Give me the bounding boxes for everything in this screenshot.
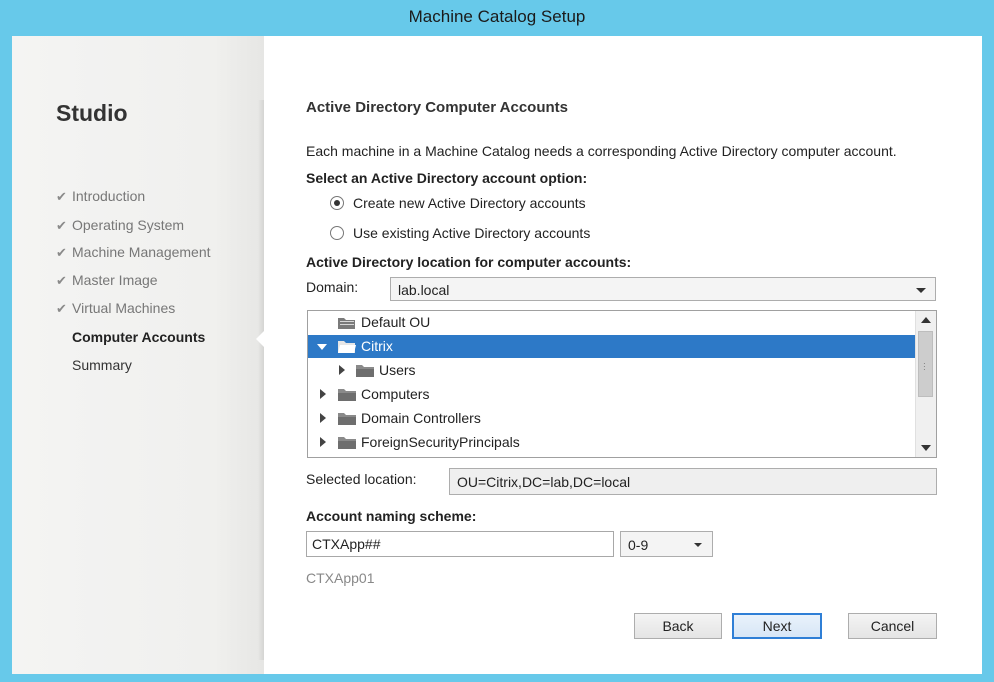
radio-button[interactable] (330, 226, 344, 240)
selected-location-label: Selected location: (306, 471, 417, 487)
step-label: Machine Management (72, 244, 211, 260)
step-label: Introduction (72, 188, 146, 204)
radio-use-existing-accounts[interactable]: Use existing Active Directory accounts (330, 223, 590, 243)
expand-arrow-icon[interactable] (320, 389, 326, 399)
grip-icon: · · · (923, 359, 926, 374)
checkmark-icon: ✔ (56, 245, 67, 260)
tree-node-foreign-security-principals[interactable]: ForeignSecurityPrincipals (308, 431, 916, 454)
expand-arrow-icon[interactable] (320, 437, 326, 447)
step-master-image: ✔ Master Image (56, 272, 158, 289)
tree-node-computers[interactable]: Computers (308, 383, 916, 406)
chevron-down-icon[interactable] (694, 543, 702, 547)
ou-tree[interactable]: Default OU Citrix Users Computers Domain… (307, 310, 937, 458)
tree-node-label: Citrix (361, 338, 393, 354)
step-label: Computer Accounts (72, 329, 206, 345)
step-label: Summary (72, 357, 132, 373)
window-frame-bottom (0, 674, 994, 682)
domain-value: lab.local (398, 282, 450, 298)
scroll-up-icon[interactable] (921, 317, 931, 323)
page-heading: Active Directory Computer Accounts (306, 99, 569, 116)
radio-create-new-accounts[interactable]: Create new Active Directory accounts (330, 193, 586, 213)
folder-icon (356, 365, 374, 377)
wizard-sidebar (12, 36, 264, 674)
account-option-label: Select an Active Directory account optio… (306, 170, 588, 186)
step-label: Virtual Machines (72, 300, 176, 316)
step-virtual-machines: ✔ Virtual Machines (56, 300, 175, 317)
radio-label: Create new Active Directory accounts (353, 195, 586, 211)
expand-arrow-icon[interactable] (317, 344, 327, 350)
app-name: Studio (56, 100, 128, 126)
selected-location-field: OU=Citrix,DC=lab,DC=local (449, 468, 937, 495)
folder-icon (338, 413, 356, 425)
domain-dropdown[interactable]: lab.local (390, 277, 936, 301)
selected-location-value: OU=Citrix,DC=lab,DC=local (457, 474, 631, 490)
tree-node-users[interactable]: Users (308, 359, 916, 382)
cancel-button[interactable]: Cancel (848, 613, 937, 639)
scroll-down-icon[interactable] (921, 445, 931, 451)
window-title: Machine Catalog Setup (408, 7, 586, 26)
checkmark-icon: ✔ (56, 301, 67, 316)
title-bar[interactable]: Machine Catalog Setup (0, 0, 994, 36)
tree-node-label: Computers (361, 386, 430, 402)
tree-node-default-ou[interactable]: Default OU (308, 311, 916, 334)
back-button[interactable]: Back (634, 613, 722, 639)
tree-node-label: ForeignSecurityPrincipals (361, 434, 520, 450)
step-label: Operating System (72, 217, 185, 233)
scroll-thumb[interactable]: · · · (918, 331, 933, 397)
checkmark-icon: ✔ (56, 273, 67, 288)
naming-scheme-input[interactable] (306, 531, 614, 557)
radio-label: Use existing Active Directory accounts (353, 225, 591, 241)
tree-scrollbar[interactable]: · · · (915, 311, 936, 457)
naming-preview: CTXApp01 (306, 570, 375, 586)
step-introduction: ✔ Introduction (56, 188, 145, 205)
naming-scheme-type: 0-9 (628, 537, 649, 553)
step-machine-management: ✔ Machine Management (56, 244, 211, 261)
domain-label: Domain: (306, 279, 359, 295)
step-computer-accounts: Computer Accounts (56, 329, 205, 345)
step-summary: Summary (56, 357, 132, 373)
checkmark-icon: ✔ (56, 189, 67, 204)
window-frame-right (982, 36, 994, 682)
folder-icon (338, 389, 356, 401)
tree-node-label: Domain Controllers (361, 410, 481, 426)
radio-button-selected[interactable] (330, 196, 344, 210)
tree-node-label: Users (379, 362, 416, 378)
ou-icon (338, 318, 355, 329)
folder-open-icon (338, 341, 356, 353)
expand-arrow-icon[interactable] (320, 413, 326, 423)
tree-node-label: Default OU (361, 314, 431, 330)
naming-scheme-dropdown[interactable]: 0-9 (620, 531, 713, 557)
window-frame-left (0, 36, 12, 682)
intro-text: Each machine in a Machine Catalog needs … (306, 143, 897, 159)
tree-node-domain-controllers[interactable]: Domain Controllers (308, 407, 916, 430)
step-operating-system: ✔ Operating System (56, 217, 184, 234)
ad-location-label: Active Directory location for computer a… (306, 254, 632, 270)
checkmark-icon: ✔ (56, 218, 67, 233)
naming-scheme-label: Account naming scheme: (306, 508, 477, 524)
step-label: Master Image (72, 272, 158, 288)
chevron-down-icon[interactable] (916, 288, 926, 293)
tree-node-citrix[interactable]: Citrix (308, 335, 916, 358)
next-button[interactable]: Next (732, 613, 822, 639)
expand-arrow-icon[interactable] (339, 365, 345, 375)
folder-icon (338, 437, 356, 449)
